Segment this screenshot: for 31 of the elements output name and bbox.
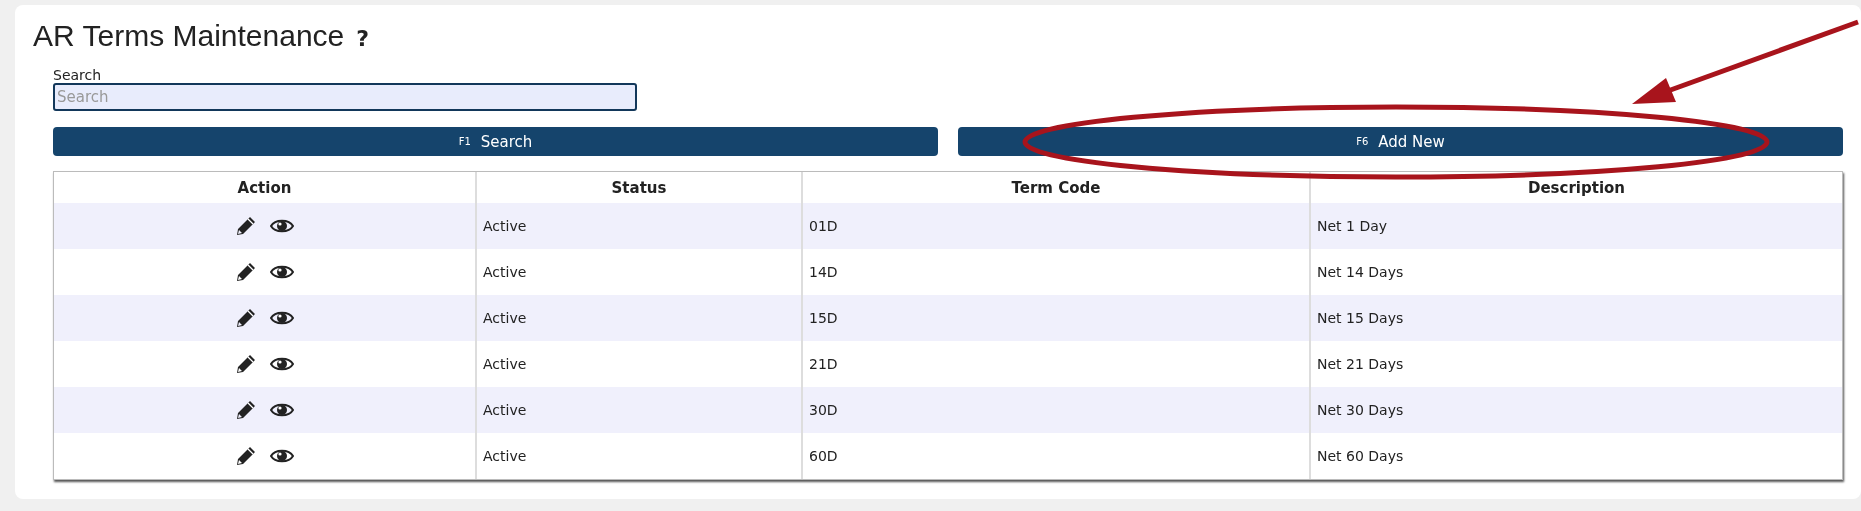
table-cell: Net 30 Days (1309, 387, 1842, 433)
eye-icon[interactable] (269, 402, 294, 418)
table-cell: Net 1 Day (1309, 203, 1842, 249)
action-button[interactable]: F1 Search (53, 127, 938, 156)
column-header: Action (236, 177, 293, 199)
table-cell: Active (475, 295, 801, 341)
pencil-icon[interactable] (235, 308, 256, 328)
eye-icon[interactable] (269, 264, 294, 280)
search-field[interactable]: Search (53, 83, 637, 111)
table-cell: Net 15 Days (1309, 295, 1842, 341)
table-cell: Active (475, 387, 801, 433)
action-button[interactable]: F6 Add New (958, 127, 1843, 156)
eye-icon[interactable] (269, 310, 294, 326)
table-cell: 01D (801, 203, 1309, 249)
help-link[interactable]: ? (356, 26, 369, 51)
eye-icon[interactable] (269, 356, 294, 372)
pencil-icon[interactable] (235, 262, 256, 282)
pencil-icon[interactable] (235, 354, 256, 374)
page-title: AR Terms Maintenance (33, 19, 345, 53)
table-cell: 30D (801, 387, 1309, 433)
eye-icon[interactable] (269, 218, 294, 234)
pencil-icon[interactable] (235, 216, 256, 236)
search-label: Search (53, 67, 103, 83)
eye-icon[interactable] (269, 448, 294, 464)
table-cell: Net 60 Days (1309, 433, 1842, 479)
table-cell: Active (475, 203, 801, 249)
pencil-icon[interactable] (235, 446, 256, 466)
table-cell: 60D (801, 433, 1309, 479)
table-cell: Active (475, 433, 801, 479)
table-cell: 15D (801, 295, 1309, 341)
pencil-icon[interactable] (235, 400, 256, 420)
